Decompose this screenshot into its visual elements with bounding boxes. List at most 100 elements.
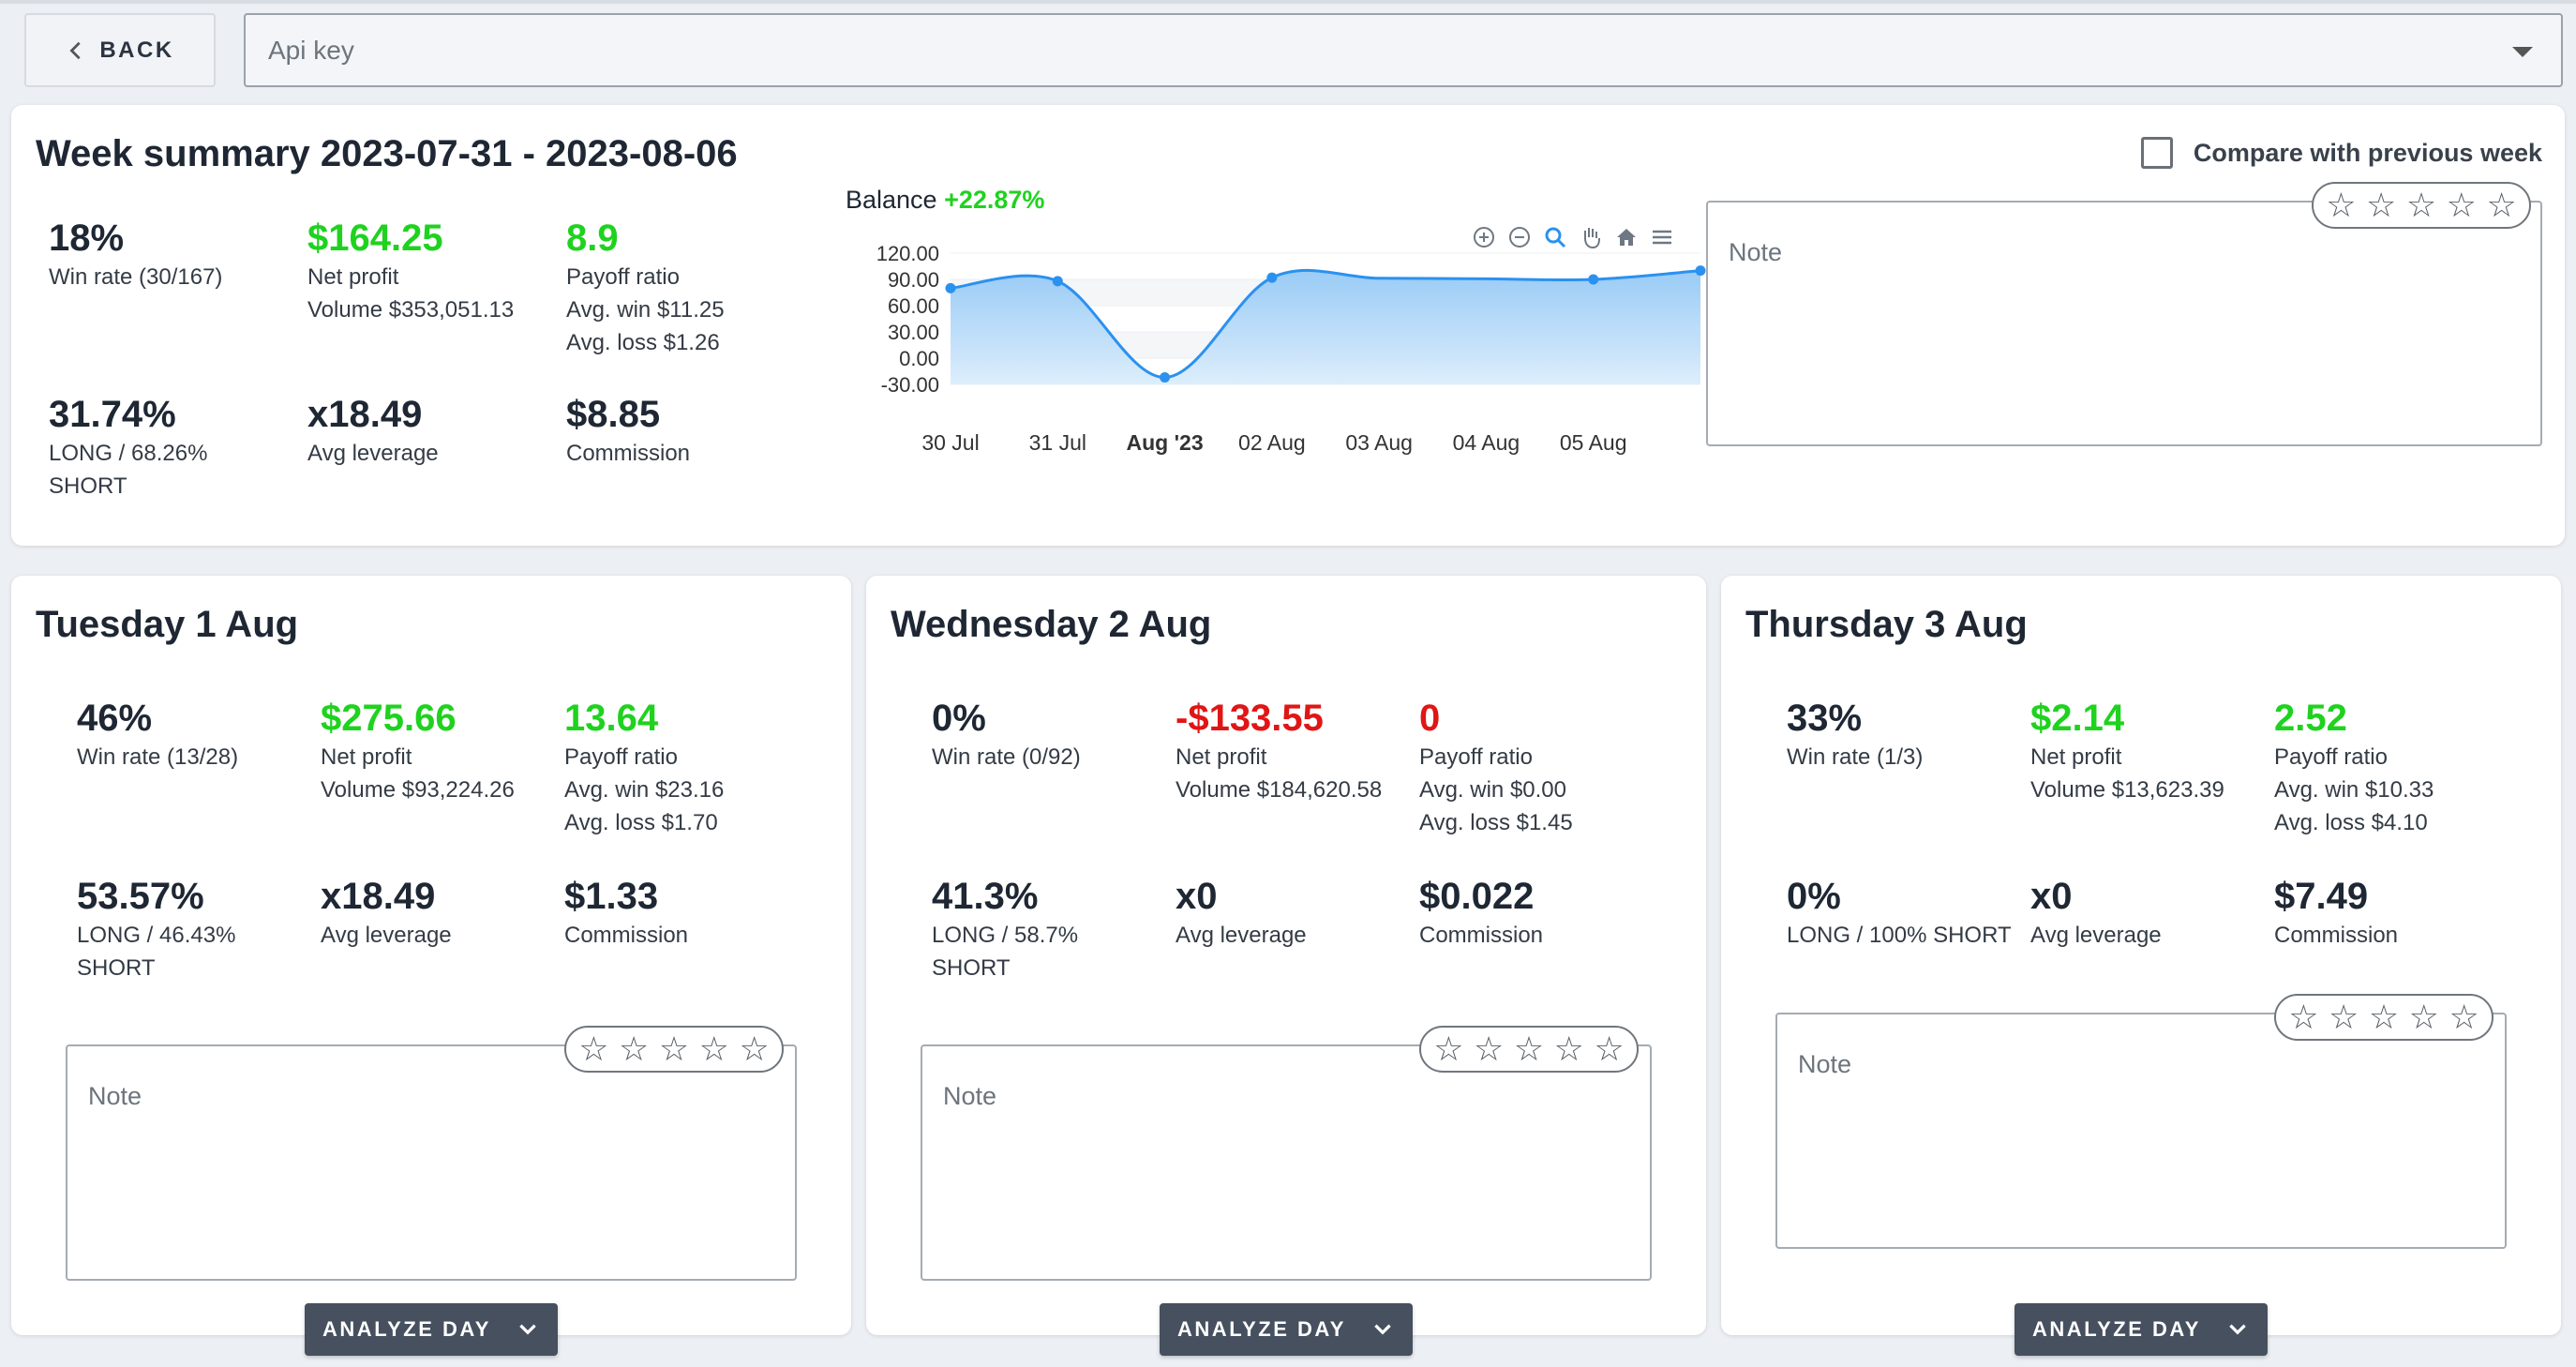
commission-label: Commission <box>564 923 689 948</box>
star-icon[interactable]: ☆ <box>2326 188 2356 222</box>
analyze-day-button[interactable]: ANALYZE DAY <box>305 1303 558 1356</box>
star-icon[interactable]: ☆ <box>2447 188 2477 222</box>
balance-point <box>1695 265 1706 277</box>
week-long-short: 31.74% LONG / 68.26% SHORT <box>49 392 207 503</box>
day-title: Thursday 3 Aug <box>1745 604 2028 645</box>
day-rating-stars[interactable]: ☆ ☆ ☆ ☆ ☆ <box>1419 1026 1639 1073</box>
pan-hand-icon[interactable] <box>1577 223 1605 251</box>
day-note-textarea[interactable]: Note <box>1775 1013 2507 1249</box>
commission-value: $1.33 <box>564 876 659 917</box>
day-win-rate: 0% Win rate (0/92) <box>932 696 1081 774</box>
win-rate-label: Win rate (30/167) <box>49 264 223 290</box>
day-card-1: Tuesday 1 Aug 46% Win rate (13/28) $275.… <box>11 576 851 1356</box>
home-icon[interactable] <box>1612 223 1640 251</box>
long-short-label: LONG / 68.26% <box>49 441 208 466</box>
day-win-rate: 46% Win rate (13/28) <box>77 696 238 774</box>
payoff-value: 2.52 <box>2274 698 2347 739</box>
star-icon[interactable]: ☆ <box>1433 1032 1463 1066</box>
week-payoff-ratio: 8.9 Payoff ratio Avg. win $11.25 Avg. lo… <box>566 216 725 359</box>
x-tick-label: 03 Aug <box>1345 430 1413 455</box>
analyze-day-button[interactable]: ANALYZE DAY <box>2014 1303 2268 1356</box>
x-tick-label: 04 Aug <box>1453 430 1520 455</box>
day-rating-stars[interactable]: ☆ ☆ ☆ ☆ ☆ <box>2274 994 2494 1041</box>
star-icon[interactable]: ☆ <box>619 1032 649 1066</box>
avg-loss-label: Avg. loss $1.26 <box>566 330 720 355</box>
day-commission: $0.022 Commission <box>1419 874 1543 952</box>
analyze-day-button[interactable]: ANALYZE DAY <box>1160 1303 1413 1356</box>
magnify-icon[interactable] <box>1541 223 1569 251</box>
star-icon[interactable]: ☆ <box>2288 1000 2318 1034</box>
star-icon[interactable]: ☆ <box>2449 1000 2479 1034</box>
star-icon[interactable]: ☆ <box>2409 1000 2439 1034</box>
day-note-textarea[interactable]: Note <box>921 1044 1652 1281</box>
back-button-label: BACK <box>99 37 174 63</box>
balance-area <box>951 270 1700 384</box>
y-tick-label: 90.00 <box>888 268 939 292</box>
star-icon[interactable]: ☆ <box>2329 1000 2359 1034</box>
leverage-label: Avg leverage <box>1176 923 1307 948</box>
star-icon[interactable]: ☆ <box>699 1032 729 1066</box>
long-short-value: 53.57% <box>77 876 204 917</box>
balance-point <box>1052 276 1063 287</box>
zoom-in-icon[interactable] <box>1470 223 1498 251</box>
star-icon[interactable]: ☆ <box>2369 1000 2399 1034</box>
commission-value: $0.022 <box>1419 876 1535 917</box>
win-rate-label: Win rate (13/28) <box>77 744 239 770</box>
balance-chart[interactable]: 120.00 90.0060.00 30.00 0.00 -30.00 30 Jul 31 … <box>836 216 1727 553</box>
x-tick-label: Aug '23 <box>1126 430 1203 455</box>
payoff-label: Payoff ratio <box>564 744 678 770</box>
x-tick-label: 05 Aug <box>1560 430 1627 455</box>
y-tick-label: 0.00 <box>899 347 939 370</box>
win-rate-value: 46% <box>77 698 153 739</box>
day-note-placeholder: Note <box>943 1082 997 1110</box>
back-button[interactable]: BACK <box>24 13 216 87</box>
week-rating-stars[interactable]: ☆ ☆ ☆ ☆ ☆ <box>2312 182 2531 229</box>
day-note-placeholder: Note <box>88 1082 142 1110</box>
net-profit-value: $2.14 <box>2030 698 2125 739</box>
payoff-label: Payoff ratio <box>2274 744 2388 770</box>
net-profit-label: Net profit <box>1176 744 1267 770</box>
analyze-day-label: ANALYZE DAY <box>2032 1317 2201 1341</box>
compare-checkbox[interactable] <box>2140 137 2173 169</box>
long-short-label: LONG / 100% SHORT <box>1787 923 2012 948</box>
long-short-label-2: SHORT <box>932 955 1011 981</box>
day-title: Wednesday 2 Aug <box>891 604 1212 645</box>
compare-previous-week[interactable]: Compare with previous week <box>2140 137 2542 169</box>
menu-icon[interactable] <box>1648 223 1676 251</box>
day-long-short: 53.57% LONG / 46.43% SHORT <box>77 874 235 984</box>
x-tick-label: 02 Aug <box>1238 430 1306 455</box>
api-key-select[interactable]: Api key <box>244 13 2563 87</box>
long-short-label-2: SHORT <box>77 955 156 981</box>
commission-label: Commission <box>566 441 691 466</box>
zoom-out-icon[interactable] <box>1505 223 1534 251</box>
volume-label: Volume $13,623.39 <box>2030 777 2224 803</box>
y-tick-label: 120.00 <box>876 242 939 265</box>
leverage-label: Avg leverage <box>307 441 439 466</box>
day-note-textarea[interactable]: Note <box>66 1044 797 1281</box>
day-card-3: Thursday 3 Aug 33% Win rate (1/3) $2.14 … <box>1721 576 2561 1356</box>
avg-win-label: Avg. win $0.00 <box>1419 777 1566 803</box>
day-note-placeholder: Note <box>1798 1050 1852 1078</box>
chevron-down-icon <box>519 1324 536 1335</box>
y-tick-label: 30.00 <box>888 321 939 344</box>
week-note-placeholder: Note <box>1729 238 1783 266</box>
net-profit-value: $164.25 <box>307 218 443 259</box>
star-icon[interactable]: ☆ <box>659 1032 689 1066</box>
payoff-value: 13.64 <box>564 698 659 739</box>
day-leverage: x0 Avg leverage <box>2030 874 2162 952</box>
balance-point <box>1160 372 1171 383</box>
star-icon[interactable]: ☆ <box>1554 1032 1584 1066</box>
star-icon[interactable]: ☆ <box>1514 1032 1544 1066</box>
star-icon[interactable]: ☆ <box>2366 188 2396 222</box>
long-short-value: 0% <box>1787 876 1841 917</box>
leverage-value: x0 <box>2030 876 2073 917</box>
star-icon[interactable]: ☆ <box>1474 1032 1504 1066</box>
star-icon[interactable]: ☆ <box>578 1032 608 1066</box>
week-note-textarea[interactable]: Note <box>1706 201 2542 446</box>
star-icon[interactable]: ☆ <box>2486 188 2516 222</box>
star-icon[interactable]: ☆ <box>1594 1032 1624 1066</box>
star-icon[interactable]: ☆ <box>2406 188 2436 222</box>
leverage-label: Avg leverage <box>321 923 452 948</box>
day-rating-stars[interactable]: ☆ ☆ ☆ ☆ ☆ <box>564 1026 784 1073</box>
star-icon[interactable]: ☆ <box>739 1032 769 1066</box>
